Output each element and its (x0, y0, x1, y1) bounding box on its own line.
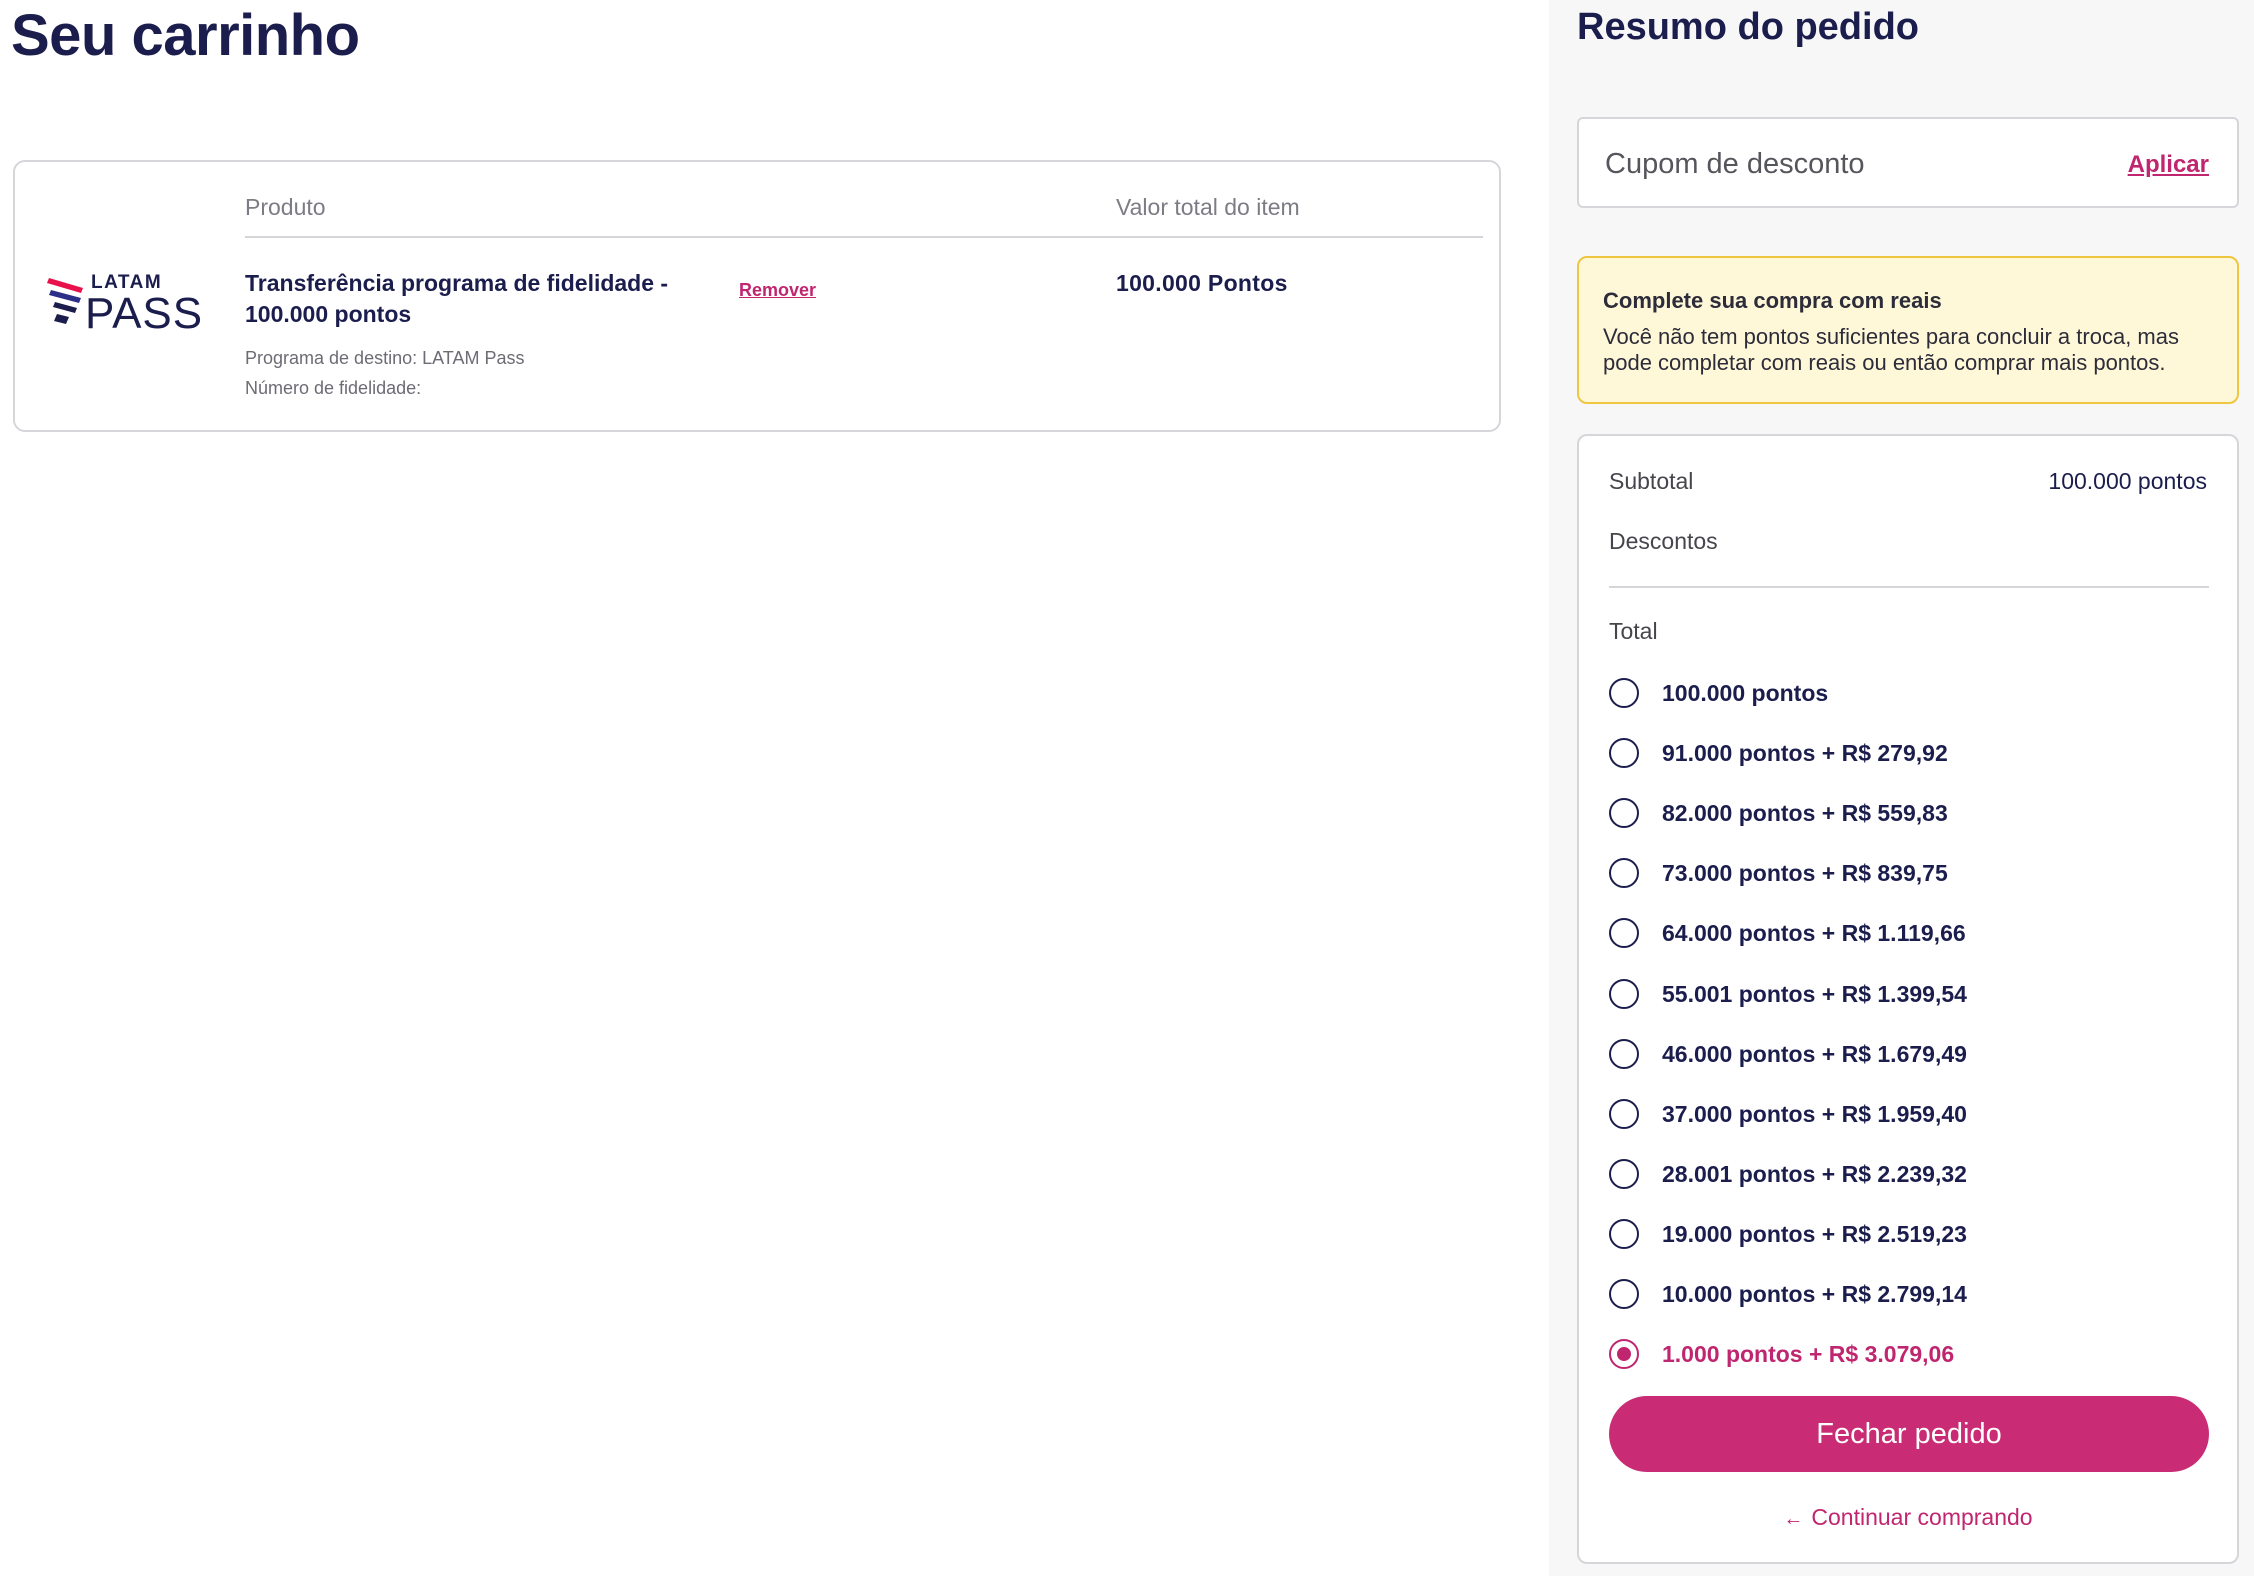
option-radio[interactable] (1609, 738, 1639, 769)
option-radio[interactable] (1609, 978, 1639, 1009)
column-header-product: Produto (245, 194, 326, 220)
option-radio[interactable] (1609, 858, 1639, 889)
option-radio[interactable] (1609, 1158, 1639, 1189)
payment-option[interactable]: 19.000 pontos + R$ 2.519,23 (1609, 1215, 2209, 1255)
continue-shopping-link[interactable]: ← Continuar comprando (1579, 1504, 2237, 1531)
logo-stripe-navy (53, 302, 77, 313)
payment-option[interactable]: 100.000 pontos (1609, 674, 2209, 714)
option-radio[interactable] (1609, 1279, 1639, 1309)
apply-coupon-button[interactable]: Aplicar (2128, 151, 2209, 179)
insufficient-points-alert: Complete sua compra com reais Você não t… (1577, 256, 2239, 404)
option-label: 73.000 pontos + R$ 839,75 (1662, 860, 1948, 887)
option-label: 28.001 pontos + R$ 2.239,32 (1662, 1160, 1967, 1187)
option-radio[interactable] (1609, 798, 1639, 829)
option-label: 37.000 pontos + R$ 1.959,40 (1662, 1100, 1967, 1127)
alert-text: Você não tem pontos suficientes para con… (1603, 324, 2179, 375)
option-label: 100.000 pontos (1662, 680, 1829, 706)
payment-option[interactable]: 46.000 pontos + R$ 1.679,49 (1609, 1035, 2209, 1075)
column-header-item-total: Valor total do item (1116, 194, 1300, 220)
option-radio[interactable] (1609, 1038, 1639, 1069)
coupon-box: Aplicar (1577, 117, 2239, 208)
option-label: 64.000 pontos + R$ 1.119,66 (1662, 920, 1966, 947)
payment-option[interactable]: 1.000 pontos + R$ 3.079,06 (1609, 1335, 2209, 1375)
option-radio[interactable] (1609, 1218, 1639, 1249)
page-title: Seu carrinho (11, 3, 360, 68)
latam-pass-logo: LATAM PASS (47, 272, 203, 336)
remove-button[interactable]: Remover (739, 280, 816, 301)
logo-stripe-blue (49, 290, 81, 303)
destination-program: Programa de destino: LATAM Pass (245, 348, 525, 368)
item-total-value: 100.000 Pontos (1116, 270, 1288, 296)
payment-option[interactable]: 10.000 pontos + R$ 2.799,14 (1609, 1275, 2209, 1315)
payment-option[interactable]: 64.000 pontos + R$ 1.119,66 (1609, 914, 2209, 954)
total-label: Total (1609, 618, 1658, 644)
subtotal-value: 100.000 pontos (2048, 468, 2207, 494)
option-radio[interactable] (1609, 1098, 1639, 1129)
order-summary-panel: Resumo do pedido Aplicar Complete sua co… (1549, 0, 2254, 1576)
option-radio[interactable] (1609, 1339, 1639, 1370)
header-divider (245, 236, 1483, 238)
payment-option[interactable]: 28.001 pontos + R$ 2.239,32 (1609, 1155, 2209, 1195)
payment-option[interactable]: 37.000 pontos + R$ 1.959,40 (1609, 1095, 2209, 1135)
option-label: 1.000 pontos + R$ 3.079,06 (1662, 1341, 1955, 1368)
alert-title: Complete sua compra com reais (1603, 288, 1942, 313)
totals-divider (1609, 586, 2209, 588)
option-label: 10.000 pontos + R$ 2.799,14 (1662, 1281, 1967, 1307)
option-radio[interactable] (1609, 678, 1639, 708)
option-label: 91.000 pontos + R$ 279,92 (1662, 740, 1948, 767)
subtotal-label: Subtotal (1609, 468, 1694, 494)
cart-section: Seu carrinho Produto Valor total do item… (0, 0, 1549, 1576)
product-name: Transferência programa de fidelidade - 1… (245, 270, 669, 327)
cart-card: Produto Valor total do item LATAM PASS T… (13, 160, 1501, 432)
continue-shopping-label: Continuar comprando (1811, 1504, 2033, 1530)
summary-title: Resumo do pedido (1577, 6, 1919, 48)
option-radio[interactable] (1609, 918, 1639, 949)
payment-option[interactable]: 55.001 pontos + R$ 1.399,54 (1609, 975, 2209, 1015)
totals-card: Subtotal 100.000 pontos Descontos Total … (1577, 434, 2239, 1564)
payment-option[interactable]: 91.000 pontos + R$ 279,92 (1609, 734, 2209, 774)
logo-text-bottom: PASS (85, 289, 203, 336)
option-label: 82.000 pontos + R$ 559,83 (1662, 800, 1948, 827)
option-label: 46.000 pontos + R$ 1.679,49 (1662, 1040, 1967, 1067)
option-label: 19.000 pontos + R$ 2.519,23 (1662, 1220, 1967, 1247)
logo-stripe-small (54, 314, 69, 324)
coupon-input[interactable] (1603, 141, 2087, 187)
fidelity-number: Número de fidelidade: (245, 378, 422, 398)
checkout-button[interactable]: Fechar pedido (1609, 1396, 2209, 1472)
arrow-left-icon: ← (1783, 1508, 1804, 1530)
payment-option[interactable]: 82.000 pontos + R$ 559,83 (1609, 794, 2209, 834)
option-label: 55.001 pontos + R$ 1.399,54 (1662, 980, 1967, 1007)
discounts-label: Descontos (1609, 528, 1718, 554)
payment-option[interactable]: 73.000 pontos + R$ 839,75 (1609, 854, 2209, 894)
